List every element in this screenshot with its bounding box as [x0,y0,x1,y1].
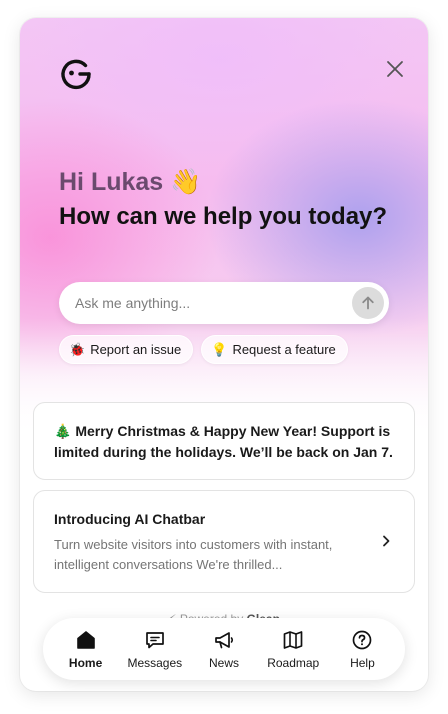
nav-item-home[interactable]: Home [51,629,120,670]
bottom-nav: Home Messages News Roadmap Help [43,618,405,680]
announcement-text: 🎄 Merry Christmas & Happy New Year! Supp… [54,423,393,460]
search-input[interactable] [75,282,345,324]
news-card[interactable]: Introducing AI Chatbar Turn website visi… [33,490,415,593]
bug-icon: 🐞 [69,342,86,357]
nav-label-messages: Messages [127,655,183,670]
smile-logo-icon [61,59,91,90]
nav-label-help: Help [350,655,375,670]
request-feature-button[interactable]: 💡 Request a feature [201,335,348,364]
nav-label-news: News [209,655,240,670]
home-icon [76,630,95,649]
greeting: Hi Lukas 👋 [59,168,202,196]
arrow-up-icon [362,296,374,310]
news-description: Turn website visitors into customers wit… [54,537,333,572]
nav-item-roadmap[interactable]: Roadmap [259,629,328,670]
news-title: Introducing AI Chatbar [54,511,206,527]
announcement-card: 🎄 Merry Christmas & Happy New Year! Supp… [33,402,415,480]
nav-item-help[interactable]: Help [328,629,397,670]
nav-label-roadmap: Roadmap [267,655,320,670]
report-issue-label: Report an issue [90,342,182,357]
map-icon [283,630,303,649]
chevron-right-icon [383,535,390,547]
chat-icon [145,631,164,648]
request-feature-label: Request a feature [232,342,336,357]
quick-actions: 🐞 Report an issue 💡 Request a feature [59,335,348,364]
search-bar [59,282,389,324]
page-title: How can we help you today? [59,203,388,230]
nav-label-home: Home [68,655,103,670]
help-icon [353,630,372,649]
send-button[interactable] [352,287,384,319]
nav-item-messages[interactable]: Messages [120,629,189,670]
lightbulb-icon: 💡 [211,342,228,357]
support-widget: Hi Lukas 👋 How can we help you today? 🐞 … [20,18,428,691]
nav-item-news[interactable]: News [189,629,258,670]
megaphone-icon [215,631,234,648]
report-issue-button[interactable]: 🐞 Report an issue [59,335,194,364]
close-icon[interactable] [386,60,404,78]
